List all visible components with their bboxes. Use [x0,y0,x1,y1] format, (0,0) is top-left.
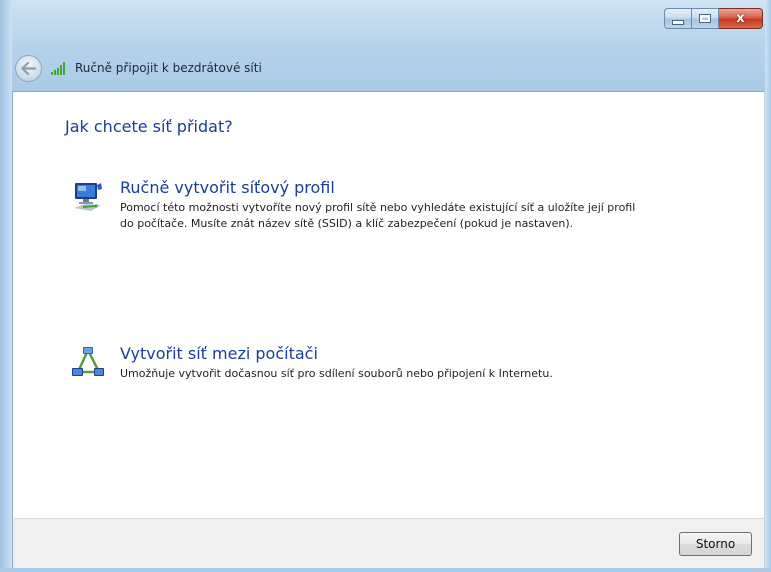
option-text: Ručně vytvořit síťový profil Pomocí této… [120,178,645,232]
minimize-icon [672,19,684,25]
cancel-button[interactable]: Storno [679,532,752,556]
option-adhoc-network[interactable]: Vytvořit síť mezi počítači Umožňuje vytv… [71,344,691,382]
page-heading: Jak chcete síť přidat? [65,117,233,136]
back-arrow-icon [21,61,36,75]
window-title: Ručně připojit k bezdrátové síti [75,61,262,75]
option-manual-profile[interactable]: Ručně vytvořit síťový profil Pomocí této… [71,178,691,232]
option-title[interactable]: Vytvořit síť mezi počítači [120,344,645,364]
network-profile-icon [74,183,102,211]
caption-buttons: x [664,8,763,29]
option-title[interactable]: Ručně vytvořit síťový profil [120,178,645,198]
back-button[interactable] [15,54,42,82]
window-frame-right [765,0,771,572]
window-frame-left [0,0,12,572]
window-frame-bottom [0,568,771,572]
close-icon: x [736,11,745,26]
navigation-bar: Ručně připojit k bezdrátové síti [12,46,752,90]
maximize-icon [699,14,711,23]
content-area: Jak chcete síť přidat? Ručně vytvořit sí… [12,91,765,518]
minimize-button[interactable] [664,8,692,29]
option-description: Pomocí této možnosti vytvoříte nový prof… [120,201,636,230]
maximize-button[interactable] [692,8,719,29]
wireless-signal-icon [51,61,69,75]
wizard-window: x Ručně připojit k bezdrátové síti Jak c… [0,0,771,572]
adhoc-network-icon [72,347,104,376]
footer-bar: Storno [12,518,765,568]
close-button[interactable]: x [719,8,763,29]
option-text: Vytvořit síť mezi počítači Umožňuje vytv… [120,344,645,382]
option-description: Umožňuje vytvořit dočasnou síť pro sdíle… [120,367,553,380]
